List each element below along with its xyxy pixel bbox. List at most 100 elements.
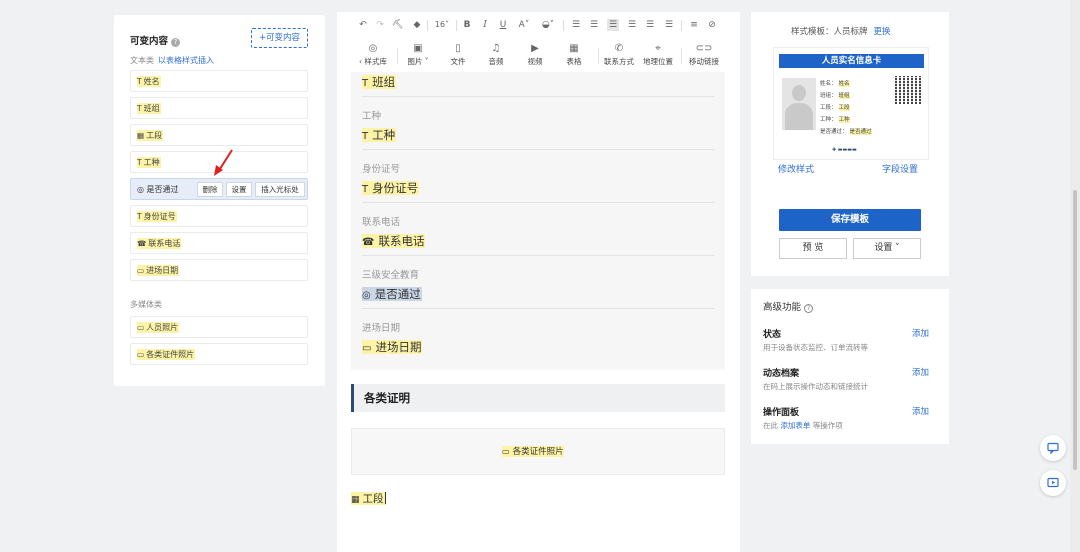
- modify-style-link[interactable]: 修改样式: [778, 162, 814, 175]
- add-form-link[interactable]: 添加表单: [780, 421, 810, 430]
- field-label: 工段: [146, 131, 163, 140]
- field-token-selected[interactable]: ◎ 是否通过: [362, 287, 422, 301]
- eraser-icon[interactable]: ◆: [411, 19, 423, 31]
- unordered-list-icon[interactable]: ☰: [588, 19, 600, 31]
- font-size-select[interactable]: 16˅: [432, 19, 452, 31]
- photo-placeholder-block[interactable]: ▭ 各类证件照片: [351, 428, 725, 475]
- field-token[interactable]: ▭ 进场日期: [362, 340, 423, 354]
- undo-icon[interactable]: ↶: [357, 19, 369, 31]
- phone-icon: ✆: [614, 43, 624, 54]
- help-icon[interactable]: ?: [804, 304, 814, 313]
- media-field-item[interactable]: ▭ 人员照片: [130, 316, 308, 338]
- card-line-key: 工段：: [820, 105, 837, 111]
- tool-label: 文件: [450, 57, 466, 66]
- toolbar-divider: [563, 20, 564, 31]
- add-action-panel-link[interactable]: 添加: [912, 405, 929, 417]
- field-item[interactable]: ▭ 进场日期: [130, 259, 308, 281]
- media-field-item[interactable]: ▭ 各类证件照片: [130, 343, 308, 365]
- align-right-icon[interactable]: ☰: [644, 19, 656, 31]
- align-left-icon[interactable]: ☰: [607, 19, 619, 31]
- save-template-button[interactable]: 保存模板: [779, 209, 921, 231]
- align-center-icon[interactable]: ☰: [626, 19, 638, 31]
- field-item[interactable]: ▦ 工段: [130, 124, 308, 146]
- row-label: 身份证号: [362, 164, 401, 175]
- template-label: 样式模板：人员标牌 更换: [791, 25, 891, 37]
- section-heading[interactable]: 各类证明: [351, 384, 725, 412]
- field-token[interactable]: T 身份证号: [362, 181, 420, 195]
- scrollbar-thumb[interactable]: [1073, 190, 1077, 470]
- field-token[interactable]: T 工种: [362, 128, 397, 142]
- audio-button[interactable]: ♫ 音频: [477, 42, 515, 67]
- text-section-label: 文本类 以表格样式插入: [130, 55, 214, 66]
- help-icon[interactable]: ?: [171, 38, 181, 47]
- add-dynamic-archive-link[interactable]: 添加: [912, 366, 929, 378]
- location-button[interactable]: ⌖ 地理位置: [639, 42, 677, 67]
- field-token[interactable]: ▭ 各类证件照片: [502, 446, 564, 457]
- row-label: 工种: [362, 111, 382, 122]
- italic-icon[interactable]: I: [479, 19, 491, 31]
- ordered-list-icon[interactable]: ☰: [570, 19, 582, 31]
- template-preview-card[interactable]: 人员实名信息卡 姓名： 姓名 班组： 班组 工段： 工段 工种： 工种 是否通过： 是否通…: [773, 47, 929, 160]
- field-settings-link[interactable]: 字段设置: [882, 162, 918, 175]
- preview-button[interactable]: 预 览: [779, 238, 847, 259]
- underline-icon[interactable]: U: [497, 19, 509, 31]
- table-button[interactable]: ▦ 表格: [555, 42, 593, 67]
- field-token[interactable]: ▦ 工段: [351, 492, 386, 505]
- field-item[interactable]: T 姓名: [130, 70, 308, 92]
- phone-icon: ☎: [137, 239, 147, 248]
- image-button[interactable]: ▣ 图片 ˅: [399, 42, 437, 67]
- field-item[interactable]: ☎ 联系电话: [130, 232, 308, 254]
- location-icon: ⌖: [655, 43, 661, 54]
- insert-at-cursor-button[interactable]: 插入光标处: [255, 182, 305, 197]
- card-line-key: 班组：: [820, 93, 837, 99]
- link-icon[interactable]: ⊘: [706, 19, 718, 31]
- chat-button[interactable]: [1040, 435, 1066, 461]
- field-item[interactable]: T 身份证号: [130, 205, 308, 227]
- settings-button[interactable]: 设置: [226, 182, 252, 197]
- style-library-button[interactable]: ◎ ‹ 样式库: [354, 42, 392, 67]
- format-painter-icon[interactable]: ⛏: [392, 19, 404, 31]
- toolbar-divider: [397, 48, 398, 64]
- align-justify-icon[interactable]: ☰: [663, 19, 675, 31]
- tool-label: 视频: [527, 57, 543, 66]
- field-token[interactable]: ☎ 联系电话: [362, 234, 426, 248]
- tool-label: 图片 ˅: [407, 57, 429, 66]
- toolbar-divider: [456, 20, 457, 31]
- row-label: 三级安全教育: [362, 270, 420, 281]
- insert-as-table-link[interactable]: 以表格样式插入: [158, 56, 214, 65]
- line-spacing-icon[interactable]: ≡: [688, 19, 700, 31]
- contact-button[interactable]: ✆ 联系方式: [600, 42, 638, 67]
- font-color-icon[interactable]: A˅: [515, 19, 533, 31]
- bold-icon[interactable]: B: [461, 19, 473, 31]
- card-line-value: 工种: [838, 117, 850, 123]
- video-tutorial-button[interactable]: [1040, 470, 1066, 496]
- field-item[interactable]: T 班组: [130, 97, 308, 119]
- card-line-value: 姓名: [838, 81, 850, 87]
- video-button[interactable]: ▶ 视频: [516, 42, 554, 67]
- card-line-key: 工种：: [820, 117, 837, 123]
- text-icon: T: [137, 77, 142, 86]
- card-line: 工段： 工段: [820, 103, 850, 111]
- feature-desc-text: 在此: [763, 421, 781, 430]
- insert-toolbar: ◎ ‹ 样式库 ▣ 图片 ˅ ▯ 文件 ♫ 音频 ▶ 视频 ▦ 表格 ✆ 联系方式 ⌖ 地理位置…: [337, 40, 740, 72]
- text-section-text: 文本类: [130, 56, 154, 65]
- add-status-link[interactable]: 添加: [912, 327, 929, 339]
- mobile-link-button[interactable]: ⊂⊃ 移动链接: [685, 42, 723, 67]
- settings-dropdown-button[interactable]: 设置 ˅: [853, 238, 921, 259]
- field-token-text: 身份证号: [372, 181, 419, 195]
- field-token[interactable]: T 班组: [362, 75, 397, 89]
- toolbar-divider: [681, 20, 682, 31]
- info-table-block[interactable]: T 班组 工种 T 工种 身份证号 T 身份证号 联系电话 ☎ 联系电话 三级安全教育 …: [351, 72, 725, 370]
- check-circle-icon: ◎: [362, 290, 371, 301]
- delete-button[interactable]: 删除: [197, 182, 223, 197]
- highlight-icon[interactable]: ◒˅: [539, 19, 557, 31]
- field-item-active[interactable]: ◎ 是否通过 删除 设置 插入光标处: [130, 178, 308, 200]
- section-heading-text: 各类证明: [364, 391, 410, 405]
- feature-desc: 在码上展示操作动态和链接统计: [763, 381, 868, 392]
- feature-name: 状态: [763, 330, 782, 340]
- file-button[interactable]: ▯ 文件: [439, 42, 477, 67]
- add-variable-button[interactable]: +可变内容: [251, 28, 308, 48]
- change-template-link[interactable]: 更换: [874, 27, 891, 37]
- redo-icon[interactable]: ↷: [374, 19, 386, 31]
- field-token-text: 各类证件照片: [512, 447, 564, 457]
